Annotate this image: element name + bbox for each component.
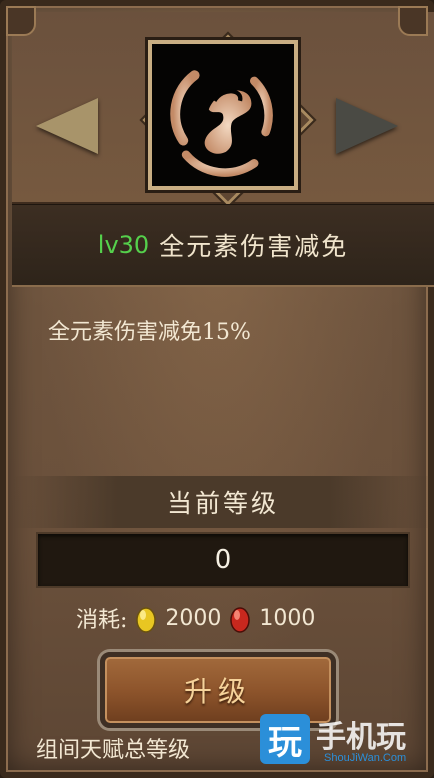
skill-level: lv30 [97,231,150,259]
current-level-label: 当前等级 [166,489,279,518]
talent-panel: lv30 全元素伤害减免 全元素伤害减免15% 当前等级 0 消耗: 2000 … [0,0,434,778]
skill-description: 全元素伤害减免15% [48,320,251,345]
red-gem-icon [229,603,251,633]
group-talent-footer: 组间天赋总等级 [36,738,191,763]
watermark-logo: 玩 [260,714,310,764]
watermark-site: ShouJiWan.Com [324,752,407,764]
corner-ornament-right [398,6,428,36]
gold-gem-icon [135,603,157,633]
skill-icon-frame [145,37,301,193]
corner-ornament-left [6,6,36,36]
current-level-value: 0 [214,545,232,575]
watermark: 玩 手机玩 ShouJiWan.Com [260,710,420,772]
next-arrow-icon[interactable] [336,98,398,154]
prev-arrow-icon[interactable] [36,98,98,154]
cost-label: 消耗: [76,608,128,633]
flame-swirl-icon [152,44,294,186]
gold-cost-amount: 2000 [165,605,222,631]
current-level-header: 当前等级 [12,476,434,528]
skill-name: 全元素伤害减免 [159,232,349,261]
upgrade-button-label: 升级 [183,675,252,708]
watermark-brand: 手机玩 [316,720,406,755]
red-cost-amount: 1000 [259,605,316,631]
cost-row: 消耗: 2000 1000 [76,598,315,638]
current-level-value-box: 0 [36,532,410,588]
skill-title-bar: lv30 全元素伤害减免 [12,204,434,287]
